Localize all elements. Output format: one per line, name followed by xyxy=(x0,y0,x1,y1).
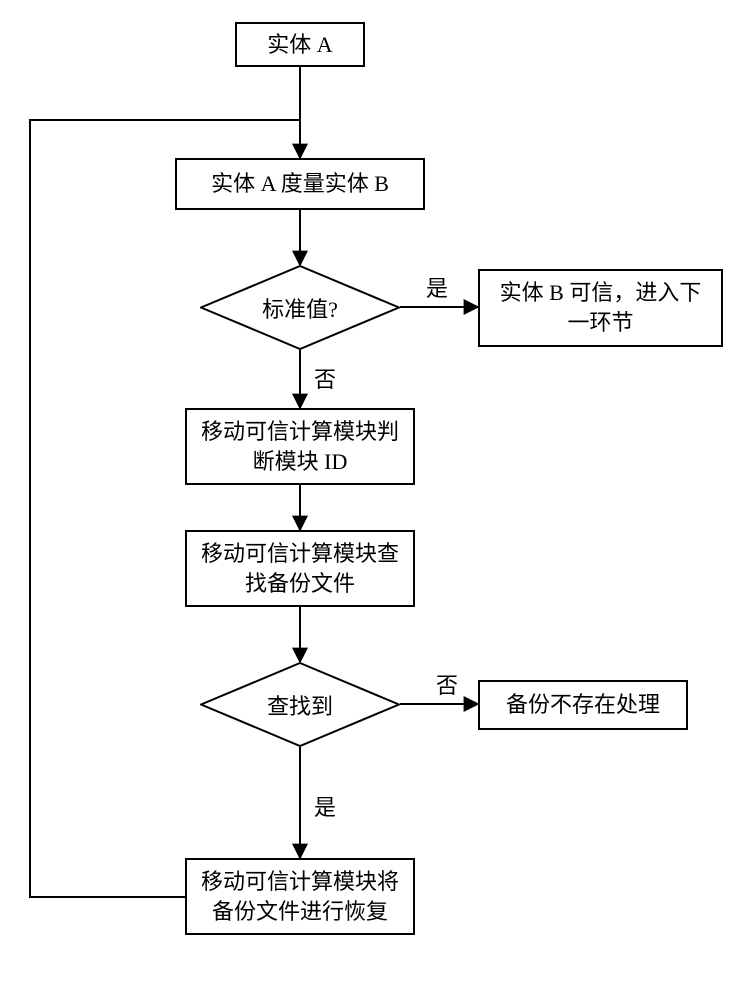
node-found: 查找到 xyxy=(200,662,400,747)
node-judge-id: 移动可信计算模块判 断模块 ID xyxy=(185,408,415,485)
node-restore-label: 移动可信计算模块将 备份文件进行恢复 xyxy=(201,867,399,926)
node-start-label: 实体 A xyxy=(267,30,332,60)
edge-check-std-no: 否 xyxy=(314,362,336,394)
node-found-label: 查找到 xyxy=(267,689,333,721)
node-start: 实体 A xyxy=(235,22,365,67)
node-judge-id-label: 移动可信计算模块判 断模块 ID xyxy=(201,417,399,476)
edge-found-no: 否 xyxy=(436,668,458,700)
node-measure-label: 实体 A 度量实体 B xyxy=(211,169,389,199)
node-measure: 实体 A 度量实体 B xyxy=(175,158,425,210)
node-find-backup-label: 移动可信计算模块查 找备份文件 xyxy=(201,539,399,598)
node-restore: 移动可信计算模块将 备份文件进行恢复 xyxy=(185,858,415,935)
node-trusted: 实体 B 可信，进入下 一环节 xyxy=(478,269,723,347)
node-check-std-label: 标准值? xyxy=(262,292,338,324)
node-trusted-label: 实体 B 可信，进入下 一环节 xyxy=(500,278,702,337)
node-not-exist: 备份不存在处理 xyxy=(478,680,688,730)
edge-check-std-yes: 是 xyxy=(426,271,448,303)
node-not-exist-label: 备份不存在处理 xyxy=(506,690,660,720)
node-check-std: 标准值? xyxy=(200,265,400,350)
node-find-backup: 移动可信计算模块查 找备份文件 xyxy=(185,530,415,607)
edge-found-yes: 是 xyxy=(314,790,336,822)
